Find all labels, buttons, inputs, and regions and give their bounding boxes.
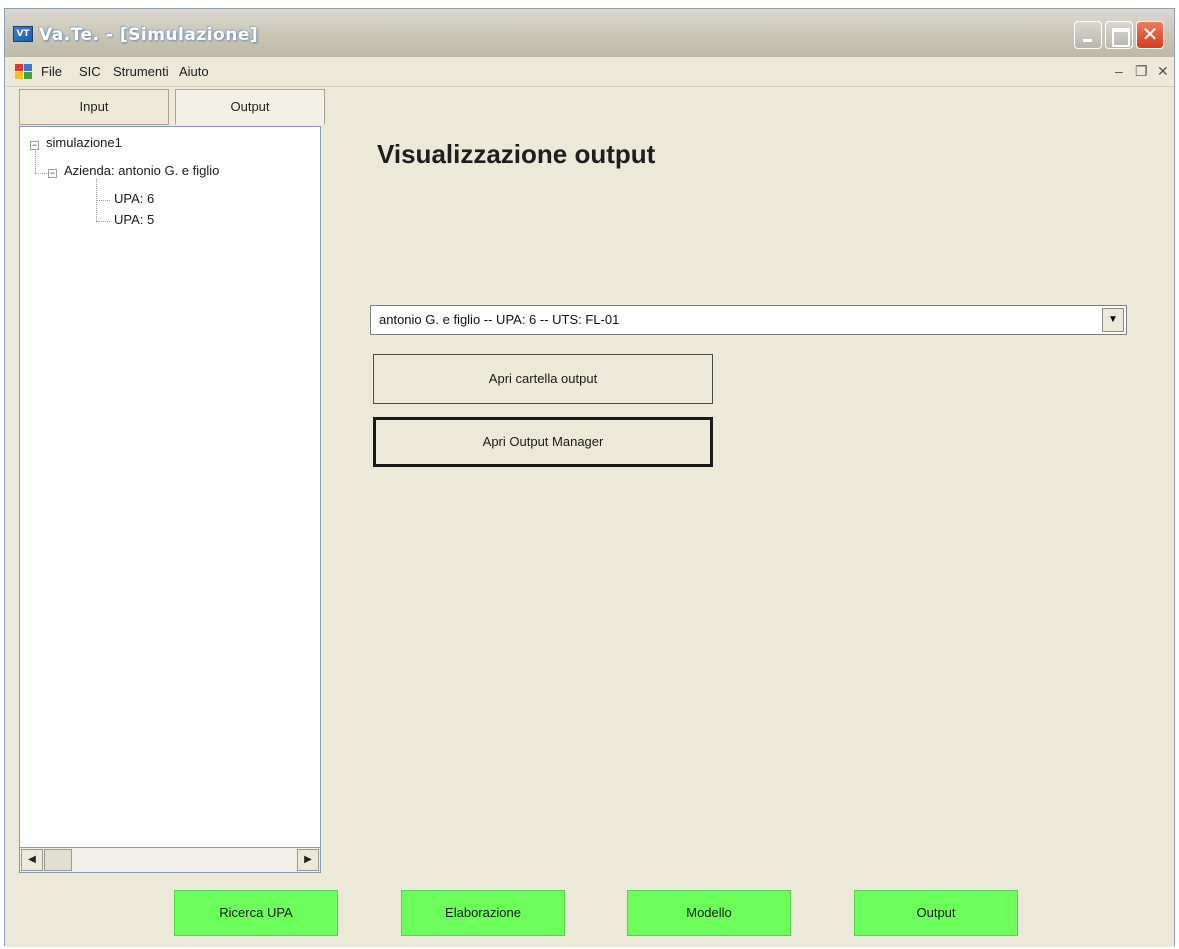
mdi-child-icon[interactable]	[15, 64, 33, 80]
open-output-folder-button[interactable]: Apri cartella output	[373, 354, 713, 404]
tree-node-simulazione[interactable]: simulazione1	[46, 135, 122, 150]
tree-node-upa-5[interactable]: UPA: 5	[114, 212, 154, 227]
menu-strumenti[interactable]: Strumenti	[113, 64, 169, 79]
nav-modello-button[interactable]: Modello	[627, 890, 791, 936]
menu-bar: File SIC Strumenti Aiuto – ❐ ✕	[5, 57, 1174, 87]
close-button[interactable]: ✕	[1136, 21, 1164, 49]
bottom-navigation: Ricerca UPA Elaborazione Modello Output	[5, 877, 1174, 947]
tree-line	[96, 221, 110, 222]
window-title: Va.Te. - [Simulazione]	[39, 25, 259, 45]
open-output-manager-button[interactable]: Apri Output Manager	[373, 417, 713, 467]
collapse-icon[interactable]: −	[30, 141, 39, 150]
page-title: Visualizzazione output	[377, 139, 656, 169]
app-window: VT Va.Te. - [Simulazione] ✕ File SIC Str…	[4, 8, 1175, 947]
tree-horizontal-scrollbar[interactable]: ◀ ▶	[19, 847, 321, 873]
scroll-right-icon[interactable]: ▶	[297, 849, 319, 871]
app-logo-icon: VT	[13, 26, 33, 42]
chevron-down-icon[interactable]: ▼	[1102, 308, 1124, 332]
nav-output-button[interactable]: Output	[854, 890, 1018, 936]
title-bar[interactable]: VT Va.Te. - [Simulazione] ✕	[5, 9, 1174, 57]
maximize-button[interactable]	[1105, 21, 1133, 49]
menu-aiuto[interactable]: Aiuto	[179, 64, 209, 79]
mdi-minimize-button[interactable]: –	[1115, 63, 1123, 79]
collapse-icon[interactable]: −	[48, 169, 57, 178]
dropdown-selected-value: antonio G. e figlio -- UPA: 6 -- UTS: FL…	[379, 312, 620, 327]
tree-line	[35, 151, 36, 173]
menu-file[interactable]: File	[41, 64, 62, 79]
simulation-tree[interactable]: − simulazione1 − Azienda: antonio G. e f…	[19, 126, 321, 872]
tree-node-upa-6[interactable]: UPA: 6	[114, 191, 154, 206]
tree-line	[35, 173, 47, 174]
tree-line	[96, 200, 110, 201]
menu-sic[interactable]: SIC	[79, 64, 101, 79]
mdi-close-button[interactable]: ✕	[1157, 63, 1169, 80]
tab-input[interactable]: Input	[19, 89, 169, 125]
tree-node-azienda[interactable]: Azienda: antonio G. e figlio	[64, 163, 219, 178]
mdi-restore-button[interactable]: ❐	[1135, 63, 1148, 80]
output-selection-dropdown[interactable]: antonio G. e figlio -- UPA: 6 -- UTS: FL…	[370, 305, 1127, 335]
minimize-button[interactable]	[1074, 21, 1102, 49]
scroll-thumb[interactable]	[44, 849, 72, 871]
nav-elaborazione-button[interactable]: Elaborazione	[401, 890, 565, 936]
scroll-left-icon[interactable]: ◀	[21, 849, 43, 871]
nav-ricerca-upa-button[interactable]: Ricerca UPA	[174, 890, 338, 936]
tab-output[interactable]: Output	[175, 89, 325, 125]
